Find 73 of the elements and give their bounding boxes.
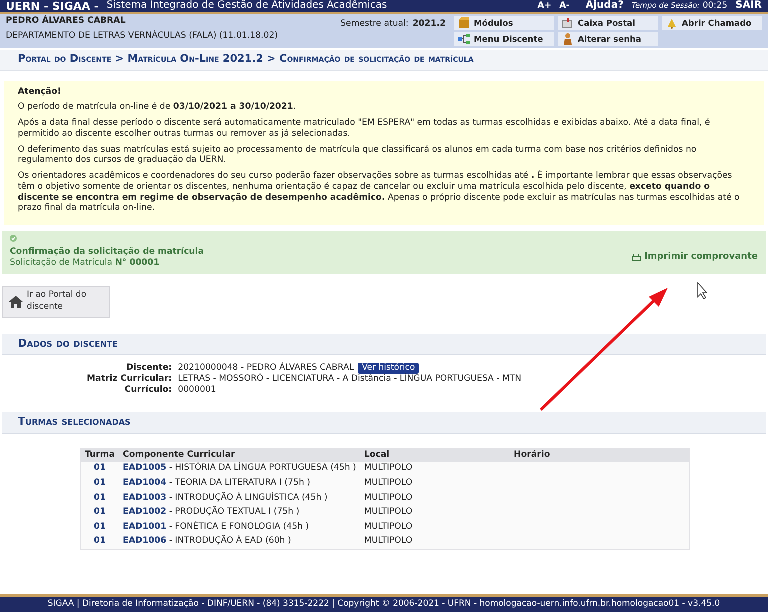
class-link[interactable]: 01: [94, 507, 106, 518]
location-text: MULTIPOLO: [364, 463, 413, 474]
confirmation-title: Confirmação da solicitação de matrícula: [10, 247, 206, 258]
course-code-link[interactable]: EAD1003: [123, 492, 167, 503]
course-code-link[interactable]: EAD1004: [123, 478, 167, 488]
person-icon: [562, 33, 574, 45]
column-header: Local: [364, 450, 390, 460]
shortcut-button[interactable]: Abrir Chamado: [662, 16, 762, 30]
session-time: 00:25: [702, 2, 728, 10]
notice-paragraph: Os orientadores acadêmicos e coordenadores do seu curso poderão fazer observações sobre as turmas escolhidas até . É importante lembrar que essas observações têm o objetivo somente de orientar os discentes, nenhuma orientação é capaz de cancelar ou excluir uma matrícula escolhida pelo discente, exceto quando o discente se encontra em regime de observação de desempenho acadêmico. Apenas o próprio discente pode excluir as matrículas nas turmas escolhidas até o prazo final da matrícula on-line.: [18, 171, 741, 214]
course-name: - INTRODUÇÃO À EAD (60h ): [169, 536, 292, 546]
class-link[interactable]: 01: [94, 492, 106, 503]
shortcut-button[interactable]: Alterar senha: [558, 32, 658, 46]
location-text: MULTIPOLO: [364, 536, 413, 546]
field-label: Currículo:: [124, 385, 172, 396]
help-link[interactable]: Ajuda?: [586, 1, 624, 11]
class-link[interactable]: 01: [94, 536, 106, 546]
logout-link[interactable]: SAIR: [736, 1, 762, 11]
location-text: MULTIPOLO: [364, 507, 413, 518]
course-code-link[interactable]: EAD1001: [123, 522, 167, 532]
font-increase-link[interactable]: A+: [538, 2, 552, 10]
course-name: - INTRODUÇÃO À LINGUÍSTICA (45h ): [169, 492, 328, 503]
semester-label: Semestre atual:: [340, 19, 409, 30]
printer-icon: [632, 254, 641, 262]
course-code-link[interactable]: EAD1006: [123, 536, 167, 546]
breadcrumb-text: Portal do Discente > Matrícula On-Line 2021.2 > Confirmação de solicitação de matrícula: [0, 50, 768, 71]
bell-icon: [666, 17, 678, 29]
column-header: Turma: [85, 450, 116, 460]
class-link[interactable]: 01: [94, 463, 106, 474]
user-name: PEDRO ÁLVARES CABRAL: [6, 16, 127, 28]
department-text: DEPARTAMENTO DE LETRAS VERNÁCULAS (FALA) (11.01.18.02): [6, 31, 280, 42]
field-value: 20210000048 - PEDRO ÁLVARES CABRAL: [178, 362, 354, 373]
field-value: LETRAS - MOSSORÓ - LICENCIATURA - A Distância - LÍNGUA PORTUGUESA - MTN: [178, 374, 522, 384]
course-code-link[interactable]: EAD1005: [123, 463, 167, 474]
home-icon: [9, 296, 23, 308]
class-link[interactable]: 01: [94, 522, 106, 532]
semester-value: 2021.2: [412, 19, 446, 30]
cursor-icon: [698, 282, 708, 300]
check-icon: [10, 235, 17, 242]
notice-title: Atenção!: [18, 86, 62, 98]
box-icon: [458, 17, 470, 29]
location-text: MULTIPOLO: [364, 478, 413, 488]
history-button[interactable]: Ver histórico: [358, 362, 420, 374]
shortcut-button[interactable]: Caixa Postal: [558, 16, 658, 30]
section-heading: Turmas selecionadas: [2, 412, 766, 434]
location-text: MULTIPOLO: [364, 522, 413, 532]
hierarchy-icon: [458, 33, 470, 45]
course-code-link[interactable]: EAD1002: [123, 507, 167, 518]
mailbox-icon: [562, 17, 574, 29]
shortcut-button[interactable]: Menu Discente: [454, 32, 554, 46]
font-decrease-link[interactable]: A-: [560, 2, 570, 10]
system-name: Sistema Integrado de Gestão de Atividades Acadêmicas: [106, 1, 388, 11]
course-name: - HISTÓRIA DA LÍNGUA PORTUGUESA (45h ): [169, 463, 356, 474]
field-label: Matriz Curricular:: [87, 374, 172, 384]
footer-text: SIGAA | Diretoria de Informatização - DINF/UERN - (84) 3315-2222 | Copyright © 2006-2021 - UFRN - homologacao-uern.info.ufrn.br.homologacao01 - v3.45.0: [0, 594, 768, 612]
course-name: - FONÉTICA E FONOLOGIA (45h ): [169, 522, 310, 532]
location-text: MULTIPOLO: [364, 492, 413, 503]
course-name: - PRODUÇÃO TEXTUAL I (75h ): [169, 507, 300, 518]
notice-paragraph: Após a data final desse período o discente será automaticamente matriculado "EM ESPERA" em todas as turmas escolhidas e exibidas abaixo. Até a data final, é permitido ao discente escolher outras turmas ou remover as já selecionadas.: [18, 118, 712, 140]
class-link[interactable]: 01: [94, 478, 106, 488]
confirmation-subtitle: Solicitação de Matrícula N° 00001: [10, 258, 161, 270]
shortcut-button[interactable]: Módulos: [454, 16, 554, 30]
notice-paragraph: O deferimento das suas matrículas está sujeito ao processamento de matrícula que classificará os alunos em cada turma com base nos critérios definidos no regulamento dos cursos de graduação da UERN.: [18, 144, 698, 166]
logo: UERN - SIGAA -: [6, 0, 99, 12]
notice-paragraph: O período de matrícula on-line é de 03/10/2021 a 30/10/2021.: [18, 102, 298, 114]
course-name: - TEORIA DA LITERATURA I (75h ): [169, 478, 311, 488]
print-link[interactable]: Imprimir comprovante: [632, 252, 758, 264]
column-header: Horário: [514, 450, 550, 460]
field-label: Discente:: [126, 362, 172, 373]
section-heading: Dados do discente: [2, 334, 766, 355]
column-header: Componente Curricular: [123, 450, 236, 460]
field-value: 0000001: [178, 385, 216, 396]
portal-button[interactable]: Ir ao Portal do discente: [2, 286, 110, 318]
